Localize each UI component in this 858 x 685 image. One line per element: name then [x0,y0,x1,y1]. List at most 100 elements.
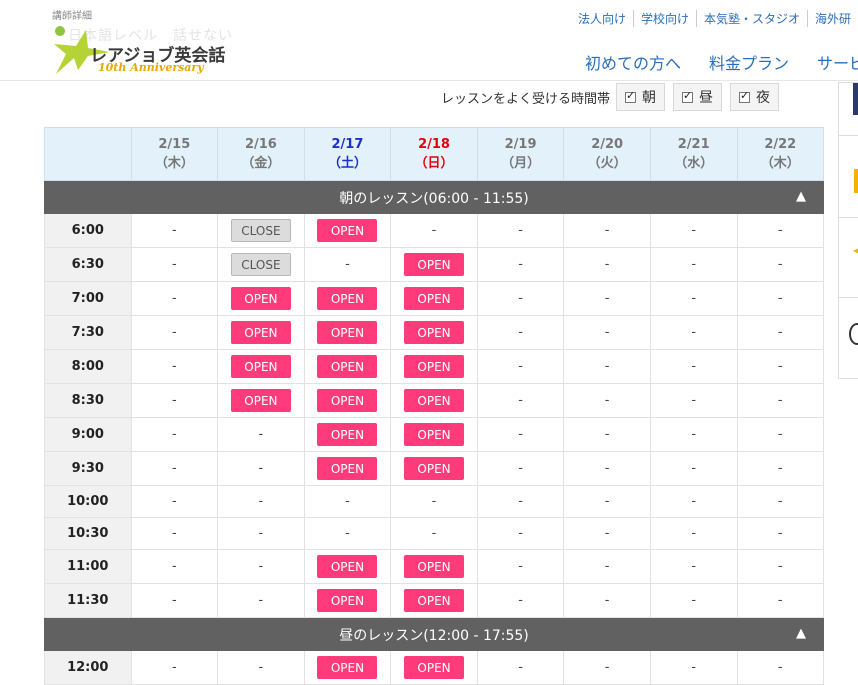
link-honkijuku-studio[interactable]: 本気塾・スタジオ [695,10,807,27]
time-filter-label: レッスンをよく受ける時間帯 [441,91,611,107]
open-slot-button[interactable]: OPEN [404,589,465,612]
nav-service[interactable]: サービス [817,50,858,74]
slot-cell: - [736,486,824,517]
empty-slot: - [431,494,437,509]
empty-slot: - [171,325,177,340]
filter-night[interactable]: 夜 [730,83,780,111]
slot-cell: - [476,384,564,417]
nav-first-time[interactable]: 初めての方へ [585,50,681,74]
link-corporate[interactable]: 法人向け [571,10,633,27]
lesson-schedule: 2/15 （木） 2/16 （金） 2/17 （土） 2/18 （日） 2/19 （月） 2/20 （… [44,127,824,685]
open-slot-button[interactable]: OPEN [317,656,378,679]
slot-cell: - [130,282,218,315]
slot-cell: - [649,518,737,549]
open-slot-button[interactable]: OPEN [317,555,378,578]
slot-cell: - [563,248,650,281]
section-header-0[interactable]: 朝のレッスン(06:00 - 11:55) ▲ [44,181,824,214]
collapse-arrow-icon[interactable]: ▲ [796,626,806,641]
empty-slot: - [691,461,697,476]
slot-cell: - [130,651,218,684]
empty-slot: - [345,526,350,541]
rarejob-logo[interactable]: レアジョブ英会話 10th Anniversary [52,24,232,78]
open-slot-button[interactable]: OPEN [404,355,465,378]
open-slot-button[interactable]: OPEN [317,287,378,310]
empty-slot: - [518,223,523,238]
link-overseas[interactable]: 海外研 [806,10,858,27]
slot-cell: - [649,248,737,281]
open-slot-button[interactable]: OPEN [230,355,291,378]
empty-slot: - [518,359,523,374]
open-slot-button[interactable]: OPEN [230,287,291,310]
open-slot-button[interactable]: OPEN [317,457,378,480]
night-checkbox[interactable] [739,89,751,103]
table-row: 8:30 - OPEN OPEN OPEN - - - - [44,384,824,418]
side-panel-icon-2 [854,169,858,193]
open-slot-button[interactable]: OPEN [230,321,291,344]
filter-morning[interactable]: 朝 [616,83,666,111]
slot-cell: OPEN [390,282,477,315]
open-slot-button[interactable]: OPEN [404,389,465,412]
slot-cell: - [563,550,650,583]
daytime-checkbox[interactable] [682,89,694,103]
site-header: 講師詳細 日本語レベル 話せない レアジョブ英会話 10th Anniversa… [0,0,858,81]
empty-slot: - [777,461,783,476]
date-header-0: 2/15 （木） [130,128,218,180]
slot-cell: - [476,316,564,349]
slot-cell: - [476,518,564,549]
link-schools[interactable]: 学校向け [632,10,696,27]
open-slot-button[interactable]: OPEN [404,555,465,578]
slot-cell: - [736,584,824,617]
empty-slot: - [171,461,177,476]
open-slot-button[interactable]: OPEN [230,389,291,412]
table-row: 7:30 - OPEN OPEN OPEN - - - - [44,316,824,350]
open-slot-button[interactable]: OPEN [317,321,378,344]
nav-pricing[interactable]: 料金プラン [709,50,789,74]
empty-slot: - [604,526,610,541]
slot-cell: OPEN [217,384,304,417]
open-slot-button[interactable]: OPEN [317,355,378,378]
slot-cell: OPEN [303,584,391,617]
open-slot-button[interactable]: OPEN [404,423,465,446]
main-nav: 初めての方へ 料金プラン サービス [585,50,858,74]
time-label: 6:00 [45,214,131,247]
side-panel-icon-1 [853,83,858,115]
slot-cell: - [736,384,824,417]
empty-slot: - [691,257,697,272]
slot-cell: - [563,282,650,315]
slot-cell: - [476,651,564,684]
date-label: 2/22 [764,137,797,152]
slot-cell: - [736,452,824,485]
slot-cell: OPEN [390,584,477,617]
empty-slot: - [777,559,783,574]
empty-slot: - [691,660,697,675]
time-label: 6:30 [45,248,131,281]
empty-slot: - [691,359,697,374]
empty-slot: - [604,593,610,608]
open-slot-button[interactable]: OPEN [317,423,378,446]
open-slot-button[interactable]: OPEN [404,253,465,276]
empty-slot: - [777,291,783,306]
empty-slot: - [604,393,610,408]
date-label: 2/18 [418,137,450,152]
open-slot-button[interactable]: OPEN [404,321,465,344]
slot-cell: - [476,452,564,485]
empty-slot: - [604,359,610,374]
morning-checkbox[interactable] [625,89,637,103]
time-label: 7:00 [45,282,131,315]
empty-slot: - [171,559,177,574]
slot-cell: OPEN [390,350,477,383]
open-slot-button[interactable]: OPEN [404,457,465,480]
open-slot-button[interactable]: OPEN [404,656,465,679]
filter-daytime[interactable]: 昼 [673,83,723,111]
empty-slot: - [171,393,177,408]
collapse-arrow-icon[interactable]: ▲ [796,189,806,204]
slot-cell: - [563,452,650,485]
slot-cell: OPEN [217,316,304,349]
section-header-1[interactable]: 昼のレッスン(12:00 - 17:55) ▲ [44,618,824,651]
empty-slot: - [171,257,177,272]
time-label: 9:30 [45,452,131,485]
open-slot-button[interactable]: OPEN [317,589,378,612]
open-slot-button[interactable]: OPEN [317,219,378,242]
open-slot-button[interactable]: OPEN [317,389,378,412]
open-slot-button[interactable]: OPEN [404,287,465,310]
